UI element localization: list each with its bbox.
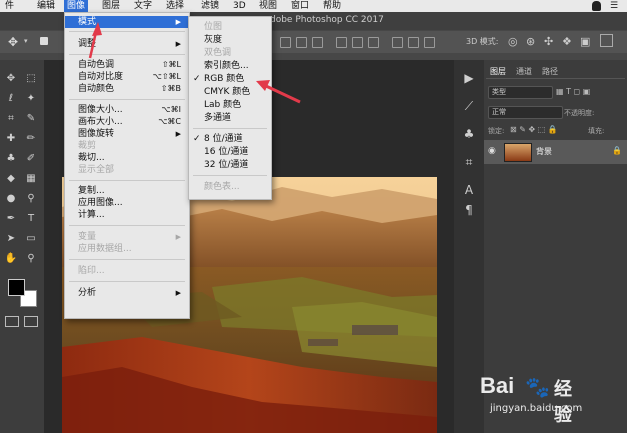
annotation-arrow-rgb	[256, 80, 301, 104]
baidu-jingyan-watermark: Bai 🐾 经验 jingyan.baidu.com	[480, 373, 582, 426]
watermark-brand-2: 经验	[554, 379, 572, 426]
watermark-brand: Bai	[480, 373, 515, 398]
annotation-overlay	[88, 22, 301, 104]
annotation-arrow-mode	[88, 22, 102, 59]
paw-icon: 🐾	[525, 375, 550, 399]
